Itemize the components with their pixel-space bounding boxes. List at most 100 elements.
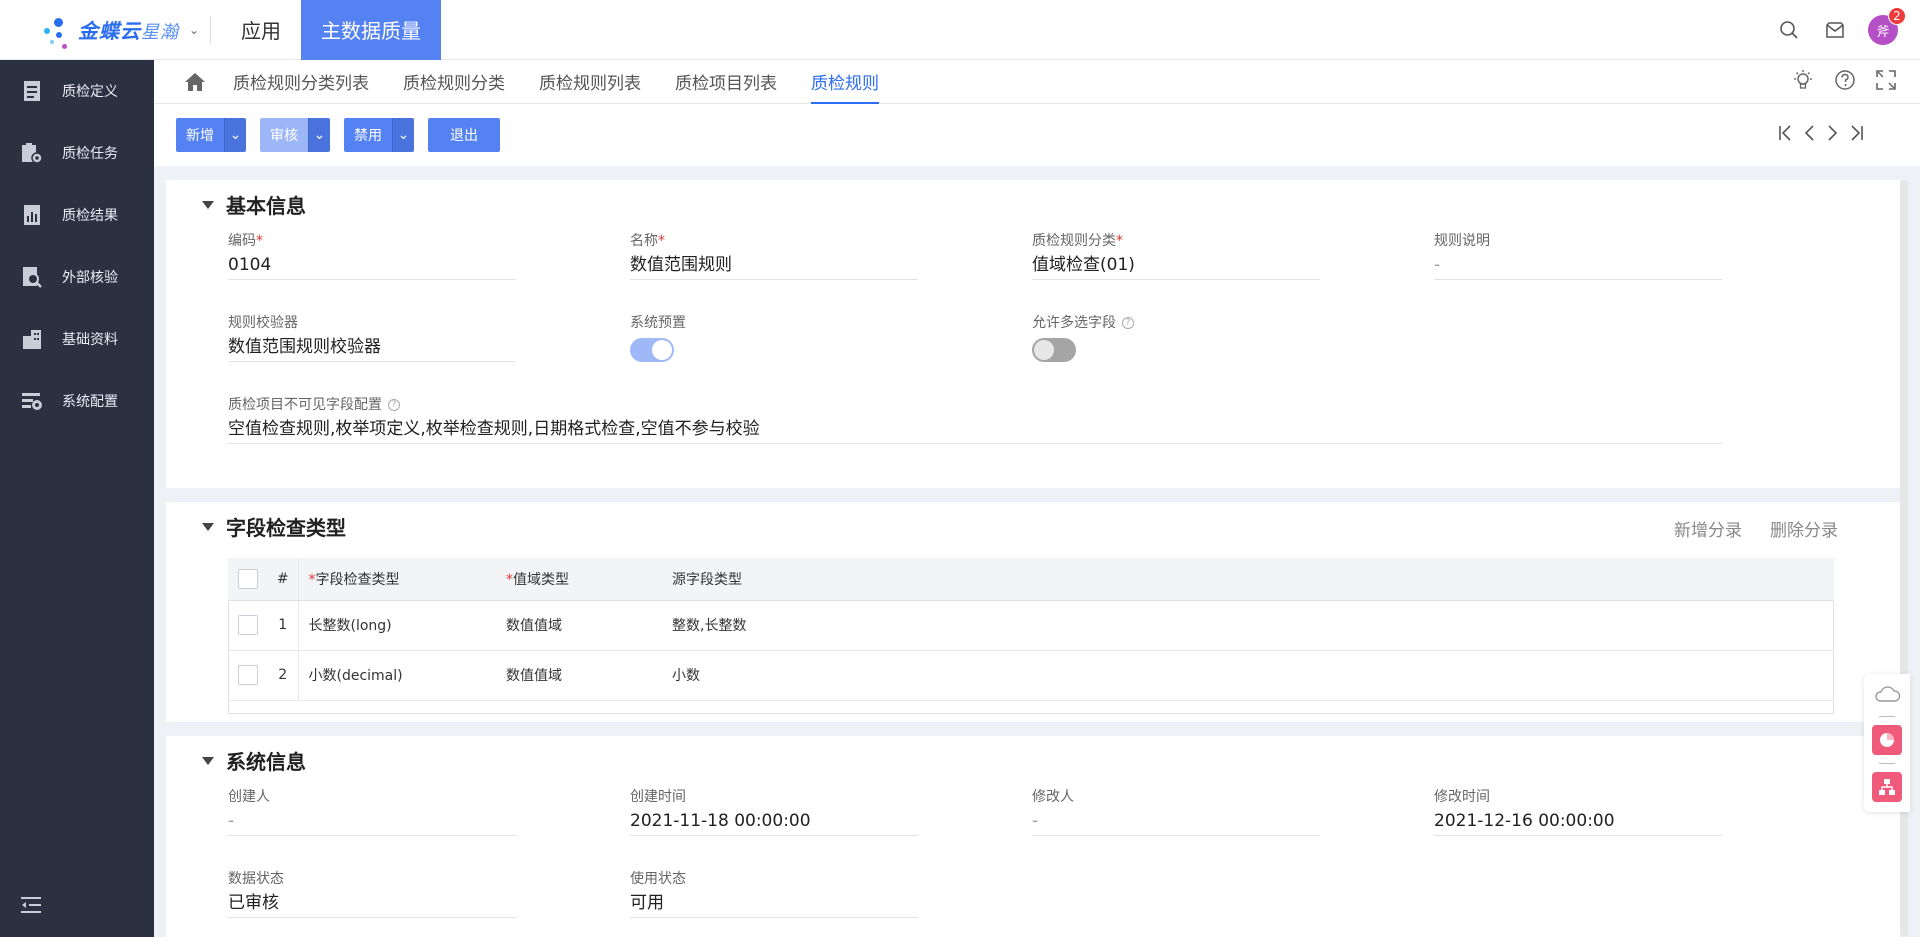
delete-entry-button[interactable]: 删除分录 bbox=[1770, 516, 1838, 541]
system-preset-toggle[interactable] bbox=[630, 338, 674, 362]
help-icon[interactable]: ? bbox=[1122, 317, 1134, 329]
modifier-value: - bbox=[1032, 806, 1320, 836]
column-source-type[interactable]: 源字段类型 bbox=[662, 558, 1834, 601]
exit-button[interactable]: 退出 bbox=[428, 118, 500, 152]
row-checkbox[interactable] bbox=[238, 615, 258, 635]
inbox-icon[interactable] bbox=[1822, 17, 1848, 43]
tab-rule-list[interactable]: 质检规则列表 bbox=[522, 60, 658, 104]
code-value[interactable]: 0104 bbox=[228, 250, 516, 280]
task-gear-icon bbox=[20, 141, 44, 165]
hidden-fields-value[interactable]: 空值检查规则,枚举项定义,枚举检查规则,日期格式检查,空值不参与校验 bbox=[228, 414, 1722, 444]
last-record-icon[interactable] bbox=[1848, 124, 1864, 146]
chevron-down-icon[interactable]: ⌄ bbox=[224, 118, 246, 152]
column-check-type[interactable]: *字段检查类型 bbox=[298, 558, 496, 601]
help-icon[interactable] bbox=[1834, 69, 1856, 95]
lightbulb-icon[interactable] bbox=[1792, 69, 1814, 95]
modified-time-value: 2021-12-16 00:00:00 bbox=[1434, 806, 1722, 836]
top-nav-master-data-quality[interactable]: 主数据质量 bbox=[301, 0, 441, 60]
table-row[interactable]: 1 长整数(long) 数值值域 整数,长整数 bbox=[228, 600, 1834, 651]
category-field: 质检规则分类* 值域检查(01) bbox=[1032, 230, 1320, 280]
brand-logo[interactable]: 金蝶云星瀚 ⌄ bbox=[0, 0, 210, 60]
created-time-value: 2021-11-18 00:00:00 bbox=[630, 806, 918, 836]
basic-info-title[interactable]: 基本信息 bbox=[202, 190, 306, 219]
hidden-fields-field: 质检项目不可见字段配置? 空值检查规则,枚举项定义,枚举检查规则,日期格式检查,… bbox=[228, 394, 1722, 444]
system-info-title[interactable]: 系统信息 bbox=[202, 746, 306, 775]
creator-value: - bbox=[228, 806, 516, 836]
chevron-down-icon[interactable]: ⌄ bbox=[189, 23, 199, 37]
floating-tools bbox=[1864, 674, 1910, 812]
new-button[interactable]: 新增 bbox=[176, 118, 224, 152]
select-all-checkbox[interactable] bbox=[238, 568, 258, 589]
use-status-value: 可用 bbox=[630, 888, 918, 918]
sidebar-item-quality-result[interactable]: 质检结果 bbox=[0, 184, 154, 246]
sidebar-item-quality-task[interactable]: 质检任务 bbox=[0, 122, 154, 184]
fullscreen-icon[interactable] bbox=[1876, 70, 1896, 94]
home-icon[interactable] bbox=[174, 72, 216, 92]
sidebar-item-system-config[interactable]: 系统配置 bbox=[0, 370, 154, 432]
category-value[interactable]: 值域检查(01) bbox=[1032, 250, 1320, 280]
chart-pie-icon[interactable] bbox=[1872, 725, 1902, 755]
top-nav-apps[interactable]: 应用 bbox=[221, 0, 301, 60]
building-icon bbox=[20, 327, 44, 351]
previous-record-icon[interactable] bbox=[1804, 124, 1816, 146]
caret-down-icon bbox=[202, 756, 214, 765]
description-value[interactable]: - bbox=[1434, 250, 1722, 280]
next-record-icon[interactable] bbox=[1826, 124, 1838, 146]
entry-actions: 新增分录 删除分录 bbox=[1674, 516, 1838, 541]
add-entry-button[interactable]: 新增分录 bbox=[1674, 516, 1742, 541]
table-header-row: # *字段检查类型 *值域类型 源字段类型 bbox=[228, 558, 1834, 601]
tab-rule-category[interactable]: 质检规则分类 bbox=[386, 60, 522, 104]
tab-quality-rule[interactable]: 质检规则 bbox=[794, 60, 896, 104]
description-field: 规则说明 - bbox=[1434, 230, 1722, 280]
data-status-field: 数据状态 已审核 bbox=[228, 868, 516, 918]
basic-info-card: 基本信息 编码* 0104 名称* 数值范围规则 质检规则分类* 值域检查(01… bbox=[166, 180, 1900, 488]
tab-item-list[interactable]: 质检项目列表 bbox=[658, 60, 794, 104]
sidebar-item-external-verification[interactable]: 外部核验 bbox=[0, 246, 154, 308]
new-button-group: 新增 ⌄ bbox=[176, 118, 246, 152]
divider bbox=[1879, 763, 1895, 764]
top-bar: 金蝶云星瀚 ⌄ 应用 主数据质量 斧 2 bbox=[0, 0, 1920, 60]
tab-rule-category-list[interactable]: 质检规则分类列表 bbox=[216, 60, 386, 104]
toolbar: 新增 ⌄ 审核 ⌄ 禁用 ⌄ 退出 bbox=[154, 104, 1920, 166]
breadcrumb-tabs: 质检规则分类列表 质检规则分类 质检规则列表 质检项目列表 质检规则 bbox=[154, 60, 1920, 104]
sidebar-item-quality-definition[interactable]: 质检定义 bbox=[0, 60, 154, 122]
collapse-menu-icon[interactable] bbox=[20, 895, 42, 919]
caret-down-icon bbox=[202, 200, 214, 209]
allow-multi-toggle[interactable] bbox=[1032, 338, 1076, 362]
brand-name: 金蝶云星瀚 bbox=[78, 19, 179, 43]
disable-button[interactable]: 禁用 bbox=[344, 118, 392, 152]
created-time-field: 创建时间 2021-11-18 00:00:00 bbox=[630, 786, 918, 836]
search-document-icon bbox=[20, 265, 44, 289]
chevron-down-icon[interactable]: ⌄ bbox=[392, 118, 414, 152]
sidebar-item-basic-data[interactable]: 基础资料 bbox=[0, 308, 154, 370]
audit-button[interactable]: 审核 bbox=[260, 118, 308, 152]
validator-value[interactable]: 数值范围规则校验器 bbox=[228, 332, 516, 362]
modified-time-field: 修改时间 2021-12-16 00:00:00 bbox=[1434, 786, 1722, 836]
divider bbox=[210, 15, 211, 44]
notification-badge: 2 bbox=[1888, 7, 1906, 25]
row-checkbox[interactable] bbox=[238, 665, 258, 685]
top-right-actions: 斧 2 bbox=[1776, 0, 1920, 60]
disable-button-group: 禁用 ⌄ bbox=[344, 118, 414, 152]
user-avatar[interactable]: 斧 2 bbox=[1868, 7, 1906, 45]
table-row[interactable]: 2 小数(decimal) 数值值域 小数 bbox=[228, 650, 1834, 701]
chevron-down-icon[interactable]: ⌄ bbox=[308, 118, 330, 152]
column-domain-type[interactable]: *值域类型 bbox=[496, 558, 662, 601]
scrollbar[interactable] bbox=[1900, 180, 1908, 937]
allow-multi-field: 允许多选字段? bbox=[1032, 312, 1320, 362]
use-status-field: 使用状态 可用 bbox=[630, 868, 918, 918]
modifier-field: 修改人 - bbox=[1032, 786, 1320, 836]
name-field: 名称* 数值范围规则 bbox=[630, 230, 918, 280]
search-icon[interactable] bbox=[1776, 17, 1802, 43]
caret-down-icon bbox=[202, 522, 214, 531]
document-icon bbox=[20, 79, 44, 103]
first-record-icon[interactable] bbox=[1778, 124, 1794, 146]
report-icon bbox=[20, 203, 44, 227]
sidebar: 质检定义 质检任务 质检结果 外部核验 基础资料 系统配置 bbox=[0, 60, 154, 937]
field-check-title[interactable]: 字段检查类型 bbox=[202, 512, 346, 541]
system-preset-field: 系统预置 bbox=[630, 312, 918, 362]
cloud-icon[interactable] bbox=[1873, 684, 1901, 708]
org-chart-icon[interactable] bbox=[1872, 772, 1902, 802]
help-icon[interactable]: ? bbox=[388, 399, 400, 411]
name-value[interactable]: 数值范围规则 bbox=[630, 250, 918, 280]
